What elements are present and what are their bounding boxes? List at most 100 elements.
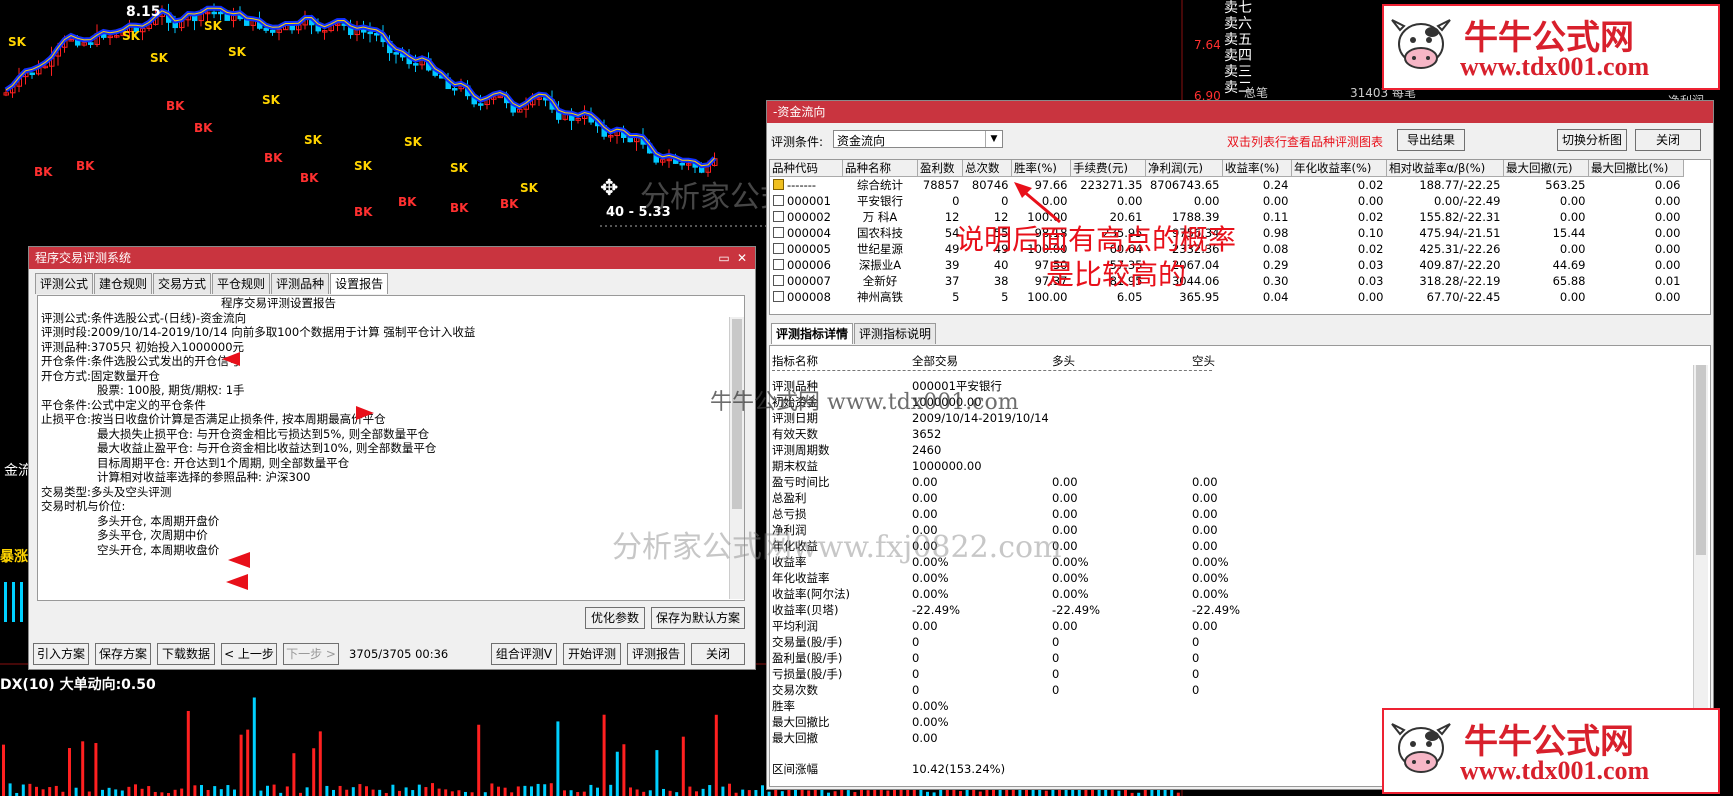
volume-bar [107, 787, 111, 796]
volume-bar [81, 741, 85, 796]
metric-value: 0.00% [912, 715, 949, 729]
tab-report-settings[interactable]: 设置报告 [330, 273, 389, 294]
detail-scroll-thumb[interactable] [1696, 365, 1706, 555]
metric-value [1052, 426, 1192, 442]
switch-chart-button[interactable]: 切换分析图 [1557, 129, 1627, 151]
save-default-button[interactable]: 保存为默认方案 [651, 607, 745, 629]
report-line: 程序交易评测设置报告 [38, 296, 744, 311]
volume-bar [688, 786, 692, 796]
eval-report-button[interactable]: 评测报告 [627, 643, 685, 665]
start-eval-button[interactable]: 开始评测 [563, 643, 621, 665]
value-cell: 15.44 [1552, 226, 1586, 240]
column-header[interactable]: 胜率(%) [1011, 160, 1071, 177]
column-header[interactable]: 盈利数 [917, 160, 963, 177]
fund-flow-titlebar[interactable]: -资金流向 [767, 101, 1713, 123]
volume-bar [477, 724, 481, 796]
stock-icon [773, 275, 784, 286]
metric-value: 0 [1052, 635, 1060, 649]
condition-select[interactable]: 资金流向 ▼ [833, 130, 1003, 148]
volume-bar [120, 790, 124, 796]
tab-close-rule[interactable]: 平仓规则 [212, 273, 271, 294]
tab-formula[interactable]: 评测公式 [35, 273, 94, 294]
combo-eval-button[interactable]: 组合评测V [491, 643, 557, 665]
report-line-text: 股票: 100股, 期货/期权: 1手 [97, 383, 245, 397]
save-scheme-button[interactable]: 保存方案 [95, 643, 151, 665]
table-row[interactable]: 000001 平安银行 0 0 0.00 0.00 0.00 0.00 0.00 0.00/-22… [770, 193, 1684, 209]
volume-bar [655, 750, 659, 796]
metric-value: -22.49% [912, 603, 960, 617]
close-button[interactable]: 关闭 [691, 643, 745, 665]
volume-bar [233, 789, 236, 796]
export-results-button[interactable]: 导出结果 [1397, 129, 1465, 151]
value-cell: 40 [993, 258, 1009, 272]
name-cell: 全新好 [862, 274, 898, 288]
candle-body [88, 42, 94, 45]
tab-build-rule[interactable]: 建仓规则 [94, 273, 153, 294]
table-row[interactable]: 000008 神州高铁 5 5 100.00 6.05 365.95 0.04 0.00 67.7… [770, 289, 1684, 305]
table-row[interactable]: 000006 深振业A 39 40 97.50 57.35 2067.04 0.29 0.03 4… [770, 257, 1684, 273]
column-header[interactable]: 相对收益率α/β(%) [1386, 160, 1504, 177]
column-header[interactable]: 手续费(元) [1070, 160, 1146, 177]
detail-row: 平均利润 0.00 0.00 0.00 [772, 618, 1332, 634]
results-table[interactable]: 品种代码 品种名称 盈利数 总次数 胜率(%) 手续费(元) 净利润(元) 收益率(%) 年化收… [769, 159, 1711, 315]
tab-detail[interactable]: 评测指标详情 [771, 323, 854, 344]
report-line-label: 评测品种: [41, 339, 91, 354]
optimize-params-button[interactable]: 优化参数 [585, 607, 645, 629]
column-header[interactable]: 品种代码 [770, 160, 843, 177]
column-header[interactable]: 最大回撤比(%) [1588, 160, 1684, 177]
metric-value [1052, 442, 1192, 458]
value-cell: 409.87/-22.20 [1419, 258, 1501, 272]
detail-body: 评测品种 000001平安银行 初始资金 1000000.00 评测日期 2009/10/… [772, 370, 1332, 777]
cow-logo-icon [1391, 19, 1451, 69]
volume-bar [312, 748, 316, 796]
detail-row [772, 746, 1332, 761]
column-header[interactable]: 收益率(%) [1222, 160, 1292, 177]
column-header[interactable]: 品种名称 [842, 160, 918, 177]
close-icon[interactable]: ✕ [733, 247, 751, 269]
tab-instruments[interactable]: 评测品种 [271, 273, 330, 294]
name-cell: 深振业A [858, 258, 902, 272]
column-header[interactable]: 总次数 [962, 160, 1012, 177]
prev-step-button[interactable]: < 上一步 [221, 643, 277, 665]
volume-bar [41, 789, 45, 796]
sk-signal: SK [8, 35, 27, 49]
metric-value: 0.00% [912, 699, 949, 713]
volume-bar [833, 791, 837, 796]
column-header[interactable]: 净利润(元) [1145, 160, 1223, 177]
column-header[interactable]: 年化收益率(%) [1291, 160, 1387, 177]
report-line-text: 条件选股公式-(日线)-资金流向 [90, 310, 247, 325]
tab-explanation[interactable]: 评测指标说明 [854, 323, 937, 344]
value-cell: 0.04 [1262, 290, 1289, 304]
chevron-down-icon[interactable]: ▼ [985, 131, 1002, 147]
value-cell: 0.00 [1654, 290, 1681, 304]
table-row[interactable]: 000007 全新好 37 38 97.37 81.95 3044.06 0.30 0.03 31… [770, 273, 1684, 289]
sk-signal: SK [150, 51, 169, 65]
volume-bar [780, 791, 784, 796]
report-line-text: 多头及空头评测 [90, 484, 172, 499]
trading-eval-titlebar[interactable]: 程序交易评测系统 ▭ ✕ [29, 247, 755, 269]
table-row[interactable]: ------- 综合统计 78857 80746 97.66 223271.35 87067… [770, 177, 1684, 194]
value-cell: 65.88 [1552, 274, 1586, 288]
value-cell: 0.00 [1559, 290, 1586, 304]
volume-bar [662, 788, 665, 796]
sk-signal: SK [404, 135, 423, 149]
code-text: 000008 [787, 290, 831, 304]
next-step-button[interactable]: 下一步 > [283, 643, 339, 665]
volume-bar [695, 791, 698, 796]
volume-bar [450, 791, 454, 796]
detail-row: 收益率(贝塔) -22.49% -22.49% -22.49% [772, 602, 1332, 618]
candle-body [29, 72, 35, 76]
value-cell: 67.70/-22.45 [1426, 290, 1501, 304]
close-button[interactable]: 关闭 [1635, 129, 1701, 151]
tab-trade-mode[interactable]: 交易方式 [153, 273, 212, 294]
name-cell: 神州高铁 [857, 290, 903, 304]
import-scheme-button[interactable]: 引入方案 [33, 643, 89, 665]
code-text: 000005 [787, 242, 831, 256]
metric-value: 0.00 [912, 507, 938, 521]
download-data-button[interactable]: 下载数据 [157, 643, 215, 665]
volume-bar [642, 791, 646, 796]
value-cell: 78857 [922, 178, 960, 192]
minimize-icon[interactable]: ▭ [715, 247, 733, 269]
brand-url: www.tdx001.com [1460, 756, 1650, 785]
column-header[interactable]: 最大回撤(元) [1503, 160, 1589, 177]
